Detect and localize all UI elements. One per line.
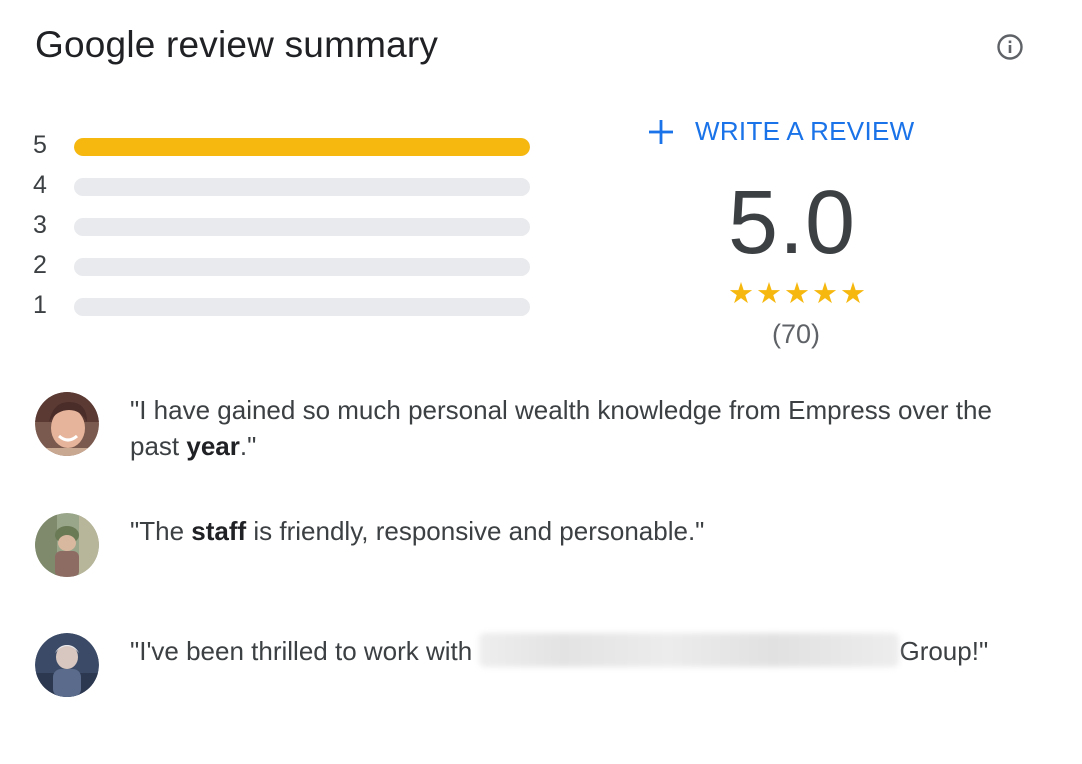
- rating-bar-label: 4: [33, 171, 47, 199]
- review-highlight: year: [186, 431, 240, 461]
- review-text: Group!": [899, 636, 989, 666]
- rating-bar-track: [74, 138, 530, 156]
- info-icon[interactable]: [996, 33, 1024, 61]
- review-item: "The staff is friendly, responsive and p…: [35, 513, 1045, 577]
- rating-bar-track: [74, 258, 530, 276]
- average-score: 5.0: [728, 173, 857, 273]
- plus-icon: [649, 119, 673, 144]
- review-text: "I've been thrilled to work with: [130, 636, 480, 666]
- star-icon: ★: [756, 278, 782, 310]
- rating-bar-track: [74, 178, 530, 196]
- rating-bar-track: [74, 298, 530, 316]
- write-review-button[interactable]: WRITE A REVIEW: [647, 116, 914, 147]
- star-rating: ★ ★ ★ ★ ★: [728, 280, 866, 309]
- avatar: [35, 392, 99, 456]
- rating-bar-label: 3: [33, 211, 47, 239]
- star-icon: ★: [728, 278, 754, 310]
- review-highlight: staff: [191, 516, 247, 546]
- avatar: [35, 513, 99, 577]
- review-text: .": [239, 431, 257, 461]
- rating-bar-row-2: 2: [33, 247, 533, 287]
- review-count: (70): [772, 319, 821, 349]
- review-quote: "I have gained so much personal wealth k…: [130, 392, 1045, 464]
- rating-bar-label: 5: [33, 131, 47, 159]
- rating-bar-label: 2: [33, 251, 47, 279]
- review-text: "The: [130, 516, 192, 546]
- rating-bar-row-5: 5: [33, 127, 533, 167]
- star-icon: ★: [812, 278, 838, 310]
- page-title: Google review summary: [35, 24, 439, 65]
- star-icon: ★: [840, 278, 866, 310]
- rating-bar-row-1: 1: [33, 287, 533, 327]
- review-item: "I've been thrilled to work with Group!": [35, 633, 1045, 697]
- review-text: is friendly, responsive and personable.": [246, 516, 705, 546]
- review-quote: "The staff is friendly, responsive and p…: [130, 513, 704, 549]
- review-text: "I have gained so much personal wealth k…: [130, 395, 992, 461]
- rating-bar-label: 1: [33, 291, 47, 319]
- review-quote: "I've been thrilled to work with Group!": [130, 633, 988, 669]
- redacted-name: [479, 633, 900, 667]
- star-icon: ★: [784, 278, 810, 310]
- rating-distribution: 5 4 3 2 1: [33, 127, 533, 327]
- avatar: [35, 633, 99, 697]
- review-item: "I have gained so much personal wealth k…: [35, 392, 1045, 464]
- rating-bar-row-3: 3: [33, 207, 533, 247]
- rating-bar-row-4: 4: [33, 167, 533, 207]
- rating-bar-track: [74, 218, 530, 236]
- write-review-label: WRITE A REVIEW: [695, 116, 915, 146]
- rating-bar-fill: [74, 138, 530, 156]
